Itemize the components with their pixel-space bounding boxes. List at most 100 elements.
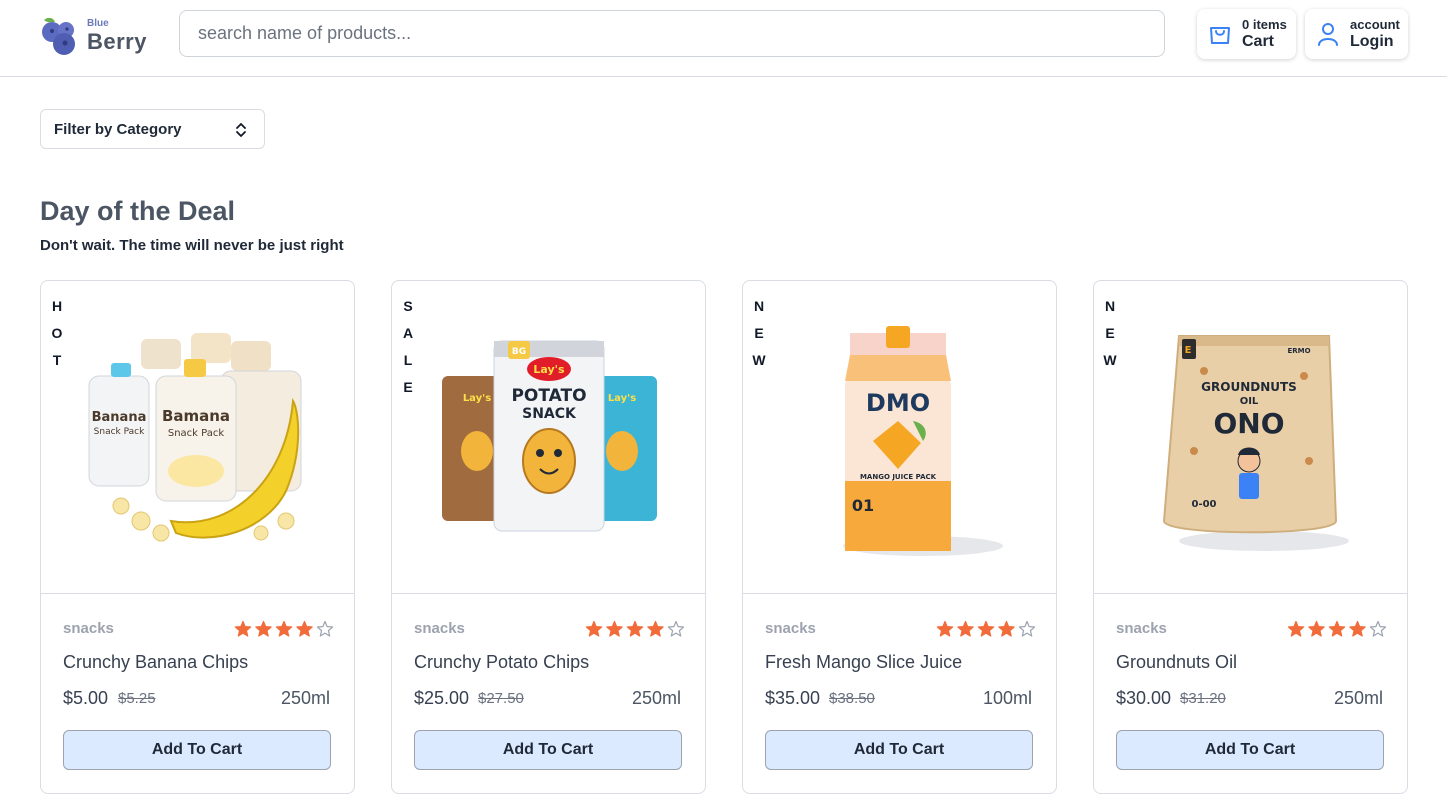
- tag-letter: W: [1103, 352, 1117, 368]
- svg-text:0-00: 0-00: [1191, 499, 1216, 510]
- svg-text:ONO: ONO: [1213, 407, 1284, 440]
- star-empty-icon: [1369, 620, 1386, 637]
- section-subtitle: Don't wait. The time will never be just …: [40, 237, 344, 254]
- product-category[interactable]: snacks: [1116, 620, 1167, 637]
- product-tag: SALE: [401, 293, 415, 401]
- star-filled-icon: [977, 620, 995, 637]
- tag-letter: T: [52, 352, 62, 368]
- svg-text:SNACK: SNACK: [522, 406, 577, 422]
- groundnuts-oil-image: E ERMO GROUNDNUTS OIL ONO 0-00: [1162, 335, 1349, 551]
- product-name[interactable]: Crunchy Banana Chips: [63, 652, 248, 673]
- svg-text:Lay's: Lay's: [533, 363, 565, 376]
- product-category[interactable]: snacks: [63, 620, 114, 637]
- product-size: 250ml: [1333, 688, 1383, 708]
- product-image-area[interactable]: NEW E ERMO GROUNDNUTS OIL ONO 0-00: [1094, 281, 1407, 594]
- svg-text:Banana: Banana: [92, 410, 147, 425]
- star-filled-icon: [606, 620, 623, 637]
- add-to-cart-button[interactable]: Add To Cart: [1116, 730, 1384, 770]
- svg-text:Snack Pack: Snack Pack: [94, 427, 145, 437]
- section-title: Day of the Deal: [40, 196, 236, 226]
- svg-text:OIL: OIL: [1240, 396, 1259, 407]
- star-filled-icon: [957, 620, 974, 637]
- tag-letter: E: [754, 325, 764, 341]
- svg-text:MANGO JUICE PACK: MANGO JUICE PACK: [860, 473, 937, 481]
- svg-text:POTATO: POTATO: [511, 386, 586, 406]
- banana-chips-image: Bamana Snack Pack Banana Snack Pack: [88, 333, 302, 542]
- star-filled-icon: [1308, 620, 1325, 637]
- filter-label: Filter by Category: [54, 121, 182, 138]
- product-old-price: $38.50: [829, 690, 875, 707]
- product-card[interactable]: SALE Lay's POTATO SNACK BG Lay's Lay's s…: [391, 280, 706, 794]
- svg-text:DMO: DMO: [866, 389, 930, 417]
- product-category[interactable]: snacks: [765, 620, 816, 637]
- cart-button[interactable]: 0 items Cart: [1197, 9, 1296, 59]
- rating-stars: [585, 620, 684, 637]
- product-old-price: $31.20: [1180, 690, 1226, 707]
- product-price: $35.00: [765, 688, 821, 708]
- search-input[interactable]: [179, 10, 1165, 57]
- svg-text:01: 01: [852, 496, 874, 515]
- star-filled-icon: [998, 620, 1015, 637]
- star-filled-icon: [296, 620, 313, 637]
- product-price: $25.00: [414, 688, 470, 708]
- potato-chips-image: Lay's POTATO SNACK BG Lay's Lay's: [442, 340, 657, 532]
- login-label: Login: [1350, 33, 1394, 50]
- product-size: 250ml: [280, 688, 330, 708]
- product-name[interactable]: Groundnuts Oil: [1116, 652, 1237, 673]
- tag-letter: W: [752, 352, 766, 368]
- tag-letter: S: [403, 298, 413, 314]
- account-login-button[interactable]: account Login: [1305, 9, 1408, 59]
- product-name[interactable]: Crunchy Potato Chips: [414, 652, 589, 673]
- category-filter-select[interactable]: Filter by Category: [40, 109, 265, 149]
- product-old-price: $5.25: [118, 690, 156, 707]
- product-price: $5.00: [63, 688, 109, 708]
- star-empty-icon: [1018, 620, 1035, 637]
- product-tag: NEW: [1103, 293, 1117, 374]
- star-empty-icon: [316, 620, 333, 637]
- product-card[interactable]: HOT Bamana Snack Pack Banana Snack Pack …: [40, 280, 355, 794]
- mango-juice-image: DMO MANGO JUICE PACK 01: [843, 326, 1003, 556]
- star-filled-icon: [647, 620, 664, 637]
- user-icon: [1318, 23, 1338, 46]
- product-tag: NEW: [752, 293, 766, 374]
- add-to-cart-button[interactable]: Add To Cart: [414, 730, 682, 770]
- rating-stars: [936, 620, 1035, 637]
- svg-text:BG: BG: [512, 347, 526, 357]
- product-image-area[interactable]: NEW DMO MANGO JUICE PACK 01: [743, 281, 1056, 594]
- logo[interactable]: Blue Berry: [38, 14, 158, 58]
- product-old-price: $27.50: [478, 690, 524, 707]
- product-size: 250ml: [631, 688, 681, 708]
- tag-letter: E: [403, 379, 413, 395]
- svg-text:E: E: [1185, 345, 1192, 356]
- star-empty-icon: [667, 620, 684, 637]
- chevron-up-down-icon: [236, 123, 246, 137]
- product-tag: HOT: [50, 293, 64, 374]
- add-to-cart-button[interactable]: Add To Cart: [63, 730, 331, 770]
- product-image-area[interactable]: HOT Bamana Snack Pack Banana Snack Pack: [41, 281, 354, 594]
- site-header: Blue Berry 0 items Cart account Login: [0, 0, 1447, 77]
- product-category[interactable]: snacks: [414, 620, 465, 637]
- star-filled-icon: [275, 620, 293, 637]
- star-filled-icon: [1349, 620, 1366, 637]
- svg-text:Lay's: Lay's: [608, 393, 636, 404]
- svg-text:Lay's: Lay's: [463, 393, 491, 404]
- tag-letter: L: [403, 352, 413, 368]
- tag-letter: E: [1105, 325, 1115, 341]
- tag-letter: H: [51, 298, 63, 314]
- product-image-area[interactable]: SALE Lay's POTATO SNACK BG Lay's Lay's: [392, 281, 705, 594]
- brand-small-text: Blue: [87, 18, 109, 29]
- tag-letter: N: [753, 298, 765, 314]
- product-size: 100ml: [982, 688, 1032, 708]
- add-to-cart-button[interactable]: Add To Cart: [765, 730, 1033, 770]
- shopping-bag-icon: [1210, 27, 1230, 44]
- star-filled-icon: [1287, 620, 1305, 637]
- svg-text:ERMO: ERMO: [1287, 347, 1310, 355]
- product-name[interactable]: Fresh Mango Slice Juice: [765, 652, 962, 673]
- product-card[interactable]: NEW DMO MANGO JUICE PACK 01 snacks Fresh…: [742, 280, 1057, 794]
- cart-label: Cart: [1242, 33, 1275, 50]
- svg-text:Snack Pack: Snack Pack: [168, 428, 224, 439]
- tag-letter: N: [1104, 298, 1116, 314]
- account-label: account: [1350, 17, 1400, 32]
- product-card[interactable]: NEW E ERMO GROUNDNUTS OIL ONO 0-00 snack…: [1093, 280, 1408, 794]
- blueberry-logo-icon: [42, 17, 75, 55]
